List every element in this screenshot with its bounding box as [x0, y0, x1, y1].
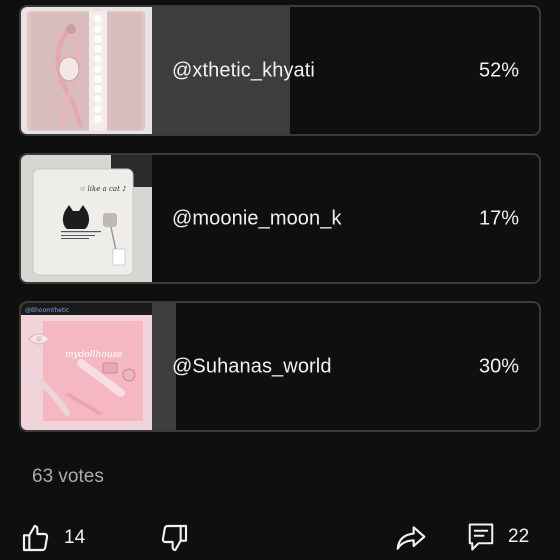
option-image-cat-notebook: ☆ like a cat ♪ — [21, 155, 152, 282]
share-button[interactable] — [394, 522, 428, 554]
poll-option-1[interactable]: @xthetic_khyati 52% — [19, 5, 541, 136]
share-icon — [394, 522, 428, 554]
option-percent: 52% — [478, 59, 519, 81]
comment-button[interactable]: 22 — [466, 520, 529, 554]
option-image-pink-diary: @Bhoomthetic mydollhouse — [21, 303, 152, 430]
action-bar: 14 22 — [0, 518, 560, 560]
poll-options: @xthetic_khyati 52% ☆ like a cat ♪ @moon… — [19, 5, 541, 449]
dislike-button[interactable] — [158, 522, 190, 554]
poll-option-3[interactable]: @Bhoomthetic mydollhouse @Suhanas_world … — [19, 301, 541, 432]
option-name: @Suhanas_world — [172, 355, 332, 377]
like-count: 14 — [64, 527, 86, 548]
comment-count: 22 — [508, 526, 530, 547]
thumbs-down-icon — [158, 522, 190, 554]
option-image-pink-notebook — [21, 7, 152, 134]
poll-option-2[interactable]: ☆ like a cat ♪ @moonie_moon_k 17% — [19, 153, 541, 284]
comment-icon — [466, 520, 496, 554]
like-button[interactable]: 14 — [20, 522, 85, 554]
option-name: @xthetic_khyati — [172, 59, 315, 81]
option-percent: 30% — [478, 355, 519, 377]
thumbs-up-icon — [20, 522, 52, 554]
option-percent: 17% — [478, 207, 519, 229]
option-name: @moonie_moon_k — [172, 207, 342, 229]
image-caption: @Bhoomthetic — [25, 307, 69, 314]
poll-post: @xthetic_khyati 52% ☆ like a cat ♪ @moon… — [0, 0, 560, 560]
total-votes: 63 votes — [32, 466, 104, 487]
notebook-text: mydollhouse — [65, 350, 123, 360]
svg-text:☆ like a cat ♪: ☆ like a cat ♪ — [79, 185, 127, 193]
